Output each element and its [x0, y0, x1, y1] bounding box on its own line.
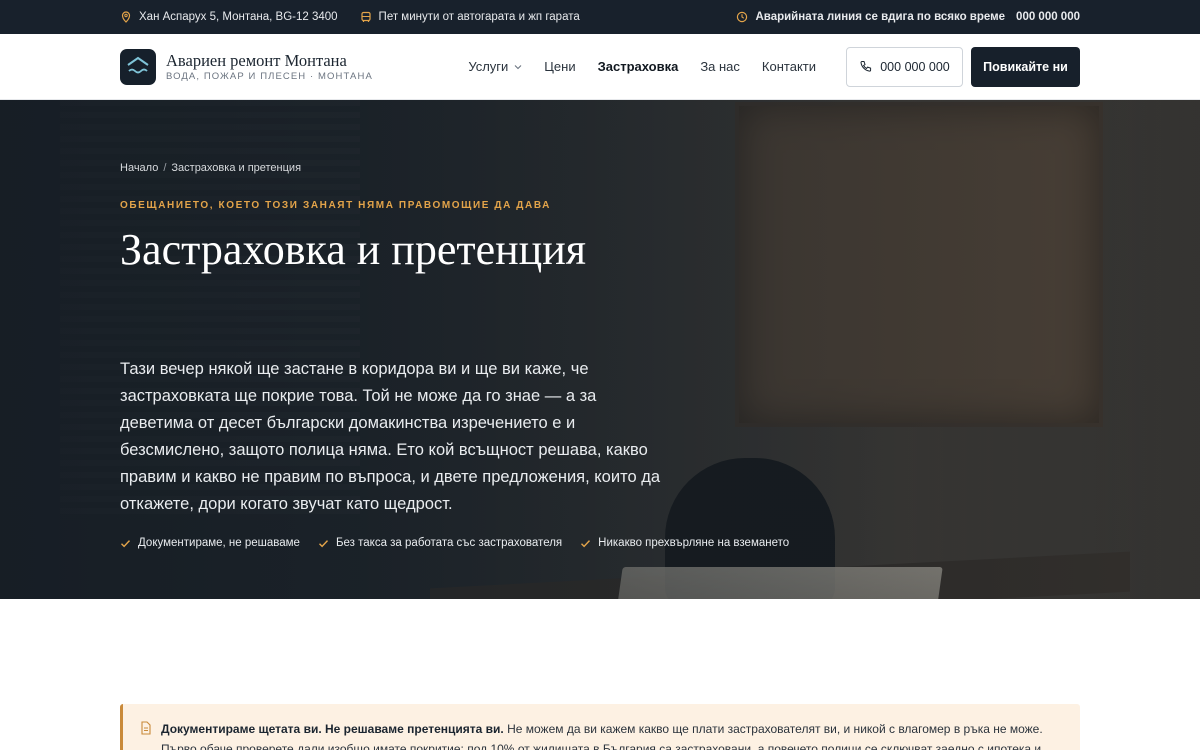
brand[interactable]: Авариен ремонт Монтана ВОДА, ПОЖАР И ПЛЕ… [166, 51, 373, 83]
transit-text: Пет минути от автогарата и жп гарата [378, 11, 580, 23]
hero-checklist: Документираме, не решаваме Без такса за … [120, 537, 789, 549]
hero-section: Начало / Застраховка и претенция ОБЕЩАНИЕТ… [0, 100, 1200, 599]
check-icon [318, 539, 328, 547]
emergency-line[interactable]: Аварийната линия се вдига по всяко време… [736, 11, 1080, 23]
checklist-label: Без такса за работата със застрахователя [335, 537, 563, 549]
breadcrumb-current: Застраховка и претенция [171, 162, 302, 174]
emergency-number[interactable]: 000 000 000 [1016, 11, 1080, 23]
hero-eyebrow: ОБЕЩАНИЕТО, КОЕТО ТОЗИ ЗАНАЯТ НЯМА ПРАВО… [120, 200, 552, 211]
nav-item-prices[interactable]: Цени [533, 59, 586, 74]
main-nav: Услуги Цени Застраховка За нас Контакти [457, 59, 827, 74]
page-title: Застраховка и претенция [120, 225, 586, 274]
brand-tagline: ВОДА, ПОЖАР И ПЛЕСЕН · МОНТАНА [166, 70, 373, 82]
breadcrumb-separator: / [163, 162, 167, 174]
checklist-label: Никакво прехвърляне на вземането [598, 537, 790, 549]
address-item: Хан Аспарух 5, Монтана, BG-12 3400 [120, 11, 338, 23]
notice-bold: Документираме щетата ви. Не решаваме пре… [161, 722, 504, 736]
address-text: Хан Аспарух 5, Монтана, BG-12 3400 [139, 11, 338, 23]
phone-icon [860, 61, 872, 72]
checklist-item: Документираме, не решаваме [120, 537, 300, 549]
check-icon [581, 539, 591, 547]
nav-item-label: Контакти [761, 59, 816, 74]
logo[interactable] [120, 48, 156, 85]
nav-item-insurance[interactable]: Застраховка [587, 59, 690, 74]
check-icon [121, 539, 131, 547]
call-us-button[interactable]: Повикайте ни [971, 46, 1080, 87]
transit-item: Пет минути от автогарата и жп гарата [360, 11, 580, 23]
nav-item-label: Цени [544, 59, 576, 74]
checklist-item: Без такса за работата със застрахователя [318, 537, 562, 549]
breadcrumb: Начало / Застраховка и претенция [120, 162, 301, 174]
top-bar: Хан Аспарух 5, Монтана, BG-12 3400 Пет м… [0, 0, 1200, 34]
bus-icon [360, 11, 371, 22]
brand-name: Авариен ремонт Монтана [166, 50, 347, 70]
document-icon [141, 721, 151, 735]
phone-button[interactable]: 000 000 000 [846, 46, 963, 87]
nav-item-label: За нас [700, 59, 740, 74]
phone-button-label: 000 000 000 [880, 59, 950, 74]
hero-overlay [0, 100, 1200, 599]
breadcrumb-home[interactable]: Начало [120, 162, 158, 174]
chevron-down-icon [514, 64, 522, 69]
nav-item-services[interactable]: Услуги [457, 59, 533, 74]
clock-icon [737, 11, 748, 23]
nav-item-label: Услуги [468, 59, 509, 74]
emergency-label: Аварийната линия се вдига по всяко време [755, 11, 1006, 23]
nav-item-contacts[interactable]: Контакти [751, 59, 827, 74]
site-header: Авариен ремонт Монтана ВОДА, ПОЖАР И ПЛЕ… [0, 34, 1200, 100]
nav-item-label: Застраховка [597, 59, 679, 74]
checklist-item: Никакво прехвърляне на вземането [580, 537, 789, 549]
nav-item-about[interactable]: За нас [689, 59, 751, 74]
map-pin-icon [121, 11, 131, 23]
notice-text: Документираме щетата ви. Не решаваме пре… [161, 719, 1062, 750]
checklist-label: Документираме, не решаваме [138, 537, 300, 549]
insurance-notice: Документираме щетата ви. Не решаваме пре… [120, 704, 1080, 750]
roof-wave-icon [127, 56, 149, 73]
hero-lead: Тази вечер някой ще застане в коридора в… [120, 360, 661, 513]
